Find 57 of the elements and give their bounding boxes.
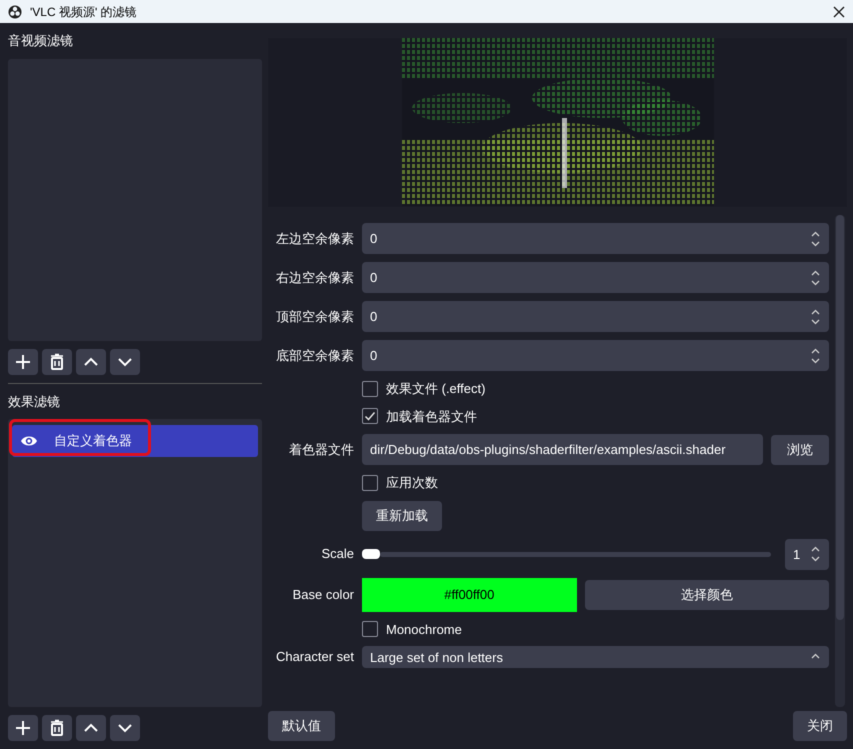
color-swatch: #ff00ff00	[362, 578, 577, 612]
checkbox[interactable]	[362, 408, 378, 424]
checkbox[interactable]	[362, 621, 378, 638]
move-down-button[interactable]	[110, 348, 140, 374]
checkbox-label: Monochrome	[386, 620, 462, 638]
add-icon	[14, 352, 32, 370]
trash-icon	[48, 352, 66, 370]
remove-button[interactable]	[42, 348, 72, 374]
close-icon[interactable]	[833, 6, 845, 18]
trash-icon	[48, 719, 66, 737]
spin-arrows-icon[interactable]	[810, 308, 821, 324]
app-logo-icon	[8, 4, 22, 18]
checkbox[interactable]	[362, 380, 378, 397]
number-field[interactable]: 0	[362, 301, 829, 332]
field-label: 着色器文件	[288, 440, 354, 459]
field-label: 顶部空余像素	[275, 308, 354, 326]
window-title: 'VLC 视频源' 的滤镜	[30, 4, 138, 20]
select-color-button[interactable]: 选择颜色	[584, 580, 829, 610]
checkbox[interactable]	[362, 474, 378, 491]
number-field[interactable]: 0	[362, 223, 829, 254]
dropdown[interactable]: Large set of non letters	[362, 646, 829, 668]
spin-arrows-icon[interactable]	[810, 270, 821, 286]
add-button[interactable]	[8, 348, 38, 374]
slider-thumb[interactable]	[362, 549, 380, 559]
file-path-field[interactable]: dir/Debug/data/obs-plugins/shaderfilter/examples/ascii.shader	[362, 434, 763, 465]
spin-arrows-icon[interactable]	[810, 348, 821, 364]
add-icon	[14, 719, 32, 737]
field-label: Character set	[274, 648, 354, 666]
field-label: Base color	[292, 586, 354, 604]
filter-item[interactable]: 自定义着色器	[12, 425, 258, 457]
field-label: 右边空余像素	[275, 268, 354, 287]
slider-track[interactable]	[380, 552, 771, 556]
checkbox-label: 效果文件 (.effect)	[386, 380, 486, 398]
filter-name: 自定义着色器	[54, 432, 132, 450]
spin-arrows-icon[interactable]	[810, 546, 821, 562]
remove-button[interactable]	[42, 715, 72, 741]
field-label: 底部空余像素	[275, 346, 354, 365]
scrollbar[interactable]	[835, 215, 845, 707]
add-button[interactable]	[8, 715, 38, 741]
number-field[interactable]: 0	[362, 340, 829, 371]
field-label: Scale	[320, 545, 354, 564]
checkbox-label: 加载着色器文件	[386, 408, 477, 426]
defaults-button[interactable]: 默认值	[268, 711, 335, 741]
number-field[interactable]: 0	[362, 262, 829, 293]
close-button[interactable]: 关闭	[793, 711, 847, 741]
move-down-button[interactable]	[110, 715, 140, 741]
reload-button[interactable]: 重新加载	[362, 500, 442, 530]
section-label: 音视频滤镜	[8, 32, 74, 50]
field-label: 左边空余像素	[275, 230, 354, 248]
browse-button[interactable]: 浏览	[771, 434, 829, 464]
number-field[interactable]: 1	[785, 538, 829, 570]
move-up-button[interactable]	[76, 348, 106, 374]
check-icon	[364, 410, 376, 422]
spin-arrows-icon[interactable]	[810, 230, 821, 246]
section-label: 效果滤镜	[8, 392, 61, 410]
checkbox-label: 应用次数	[386, 474, 438, 492]
move-up-button[interactable]	[76, 715, 106, 741]
